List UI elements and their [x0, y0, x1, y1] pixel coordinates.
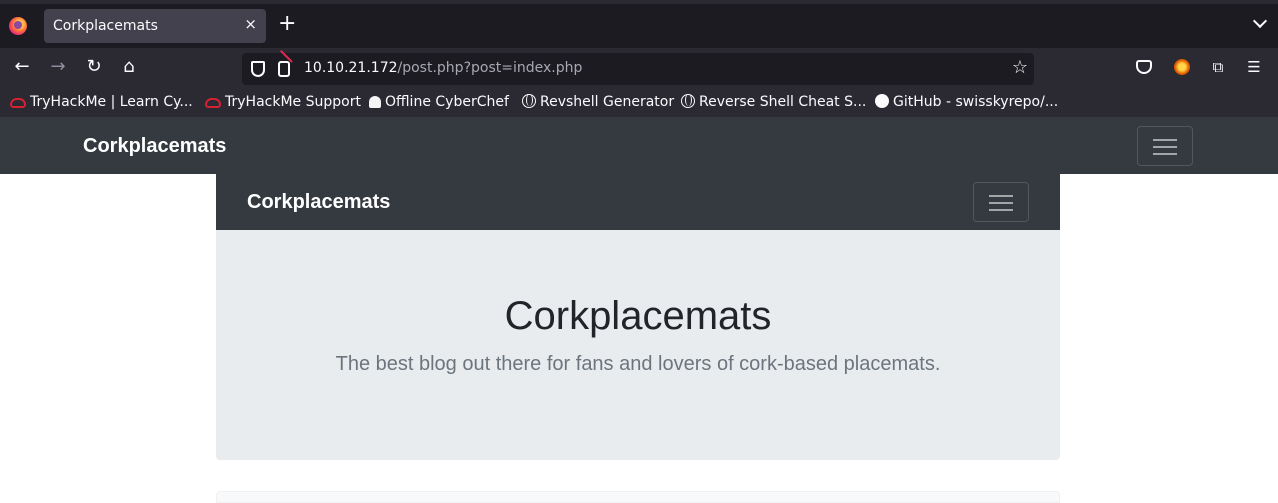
menu-bar-icon [989, 209, 1013, 211]
cyberchef-icon [369, 96, 381, 108]
site-navbar: Corkplacemats [0, 117, 1278, 174]
bookmark-label: Revshell Generator [540, 94, 675, 110]
chevron-down-icon[interactable] [1252, 13, 1268, 29]
bookmark-offline-cyberchef[interactable]: Offline CyberChef [369, 94, 509, 110]
tracking-protection-shield-icon[interactable] [251, 61, 265, 77]
menu-bar-icon [1153, 139, 1177, 141]
jumbotron-title: Corkplacemats [504, 294, 772, 338]
inner-brand-link[interactable]: Corkplacemats [247, 191, 390, 214]
url-text[interactable]: 10.10.21.172/post.php?post=index.php [304, 60, 582, 76]
menu-bar-icon [989, 202, 1013, 204]
url-host: 10.10.21.172 [304, 60, 398, 76]
home-icon[interactable]: ⌂ [117, 56, 141, 78]
firefox-icon[interactable] [9, 17, 27, 35]
site-brand-link[interactable]: Corkplacemats [83, 135, 226, 158]
inner-navbar: Corkplacemats [216, 174, 1060, 230]
close-tab-icon[interactable]: × [244, 15, 257, 33]
post-card-top-edge [216, 491, 1060, 503]
bookmark-tryhackme-support[interactable]: TryHackMe Support [205, 94, 361, 110]
url-path: /post.php?post=index.php [397, 60, 583, 76]
jumbotron-lead: The best blog out there for fans and lov… [335, 353, 941, 375]
bookmark-tryhackme-learn[interactable]: TryHackMe | Learn Cy... [10, 94, 193, 110]
bookmark-label: GitHub - swisskyrepo/... [893, 94, 1059, 110]
menu-bar-icon [1153, 146, 1177, 148]
menu-bar-icon [989, 195, 1013, 197]
github-icon [875, 94, 889, 108]
bookmark-revshell-generator[interactable]: Revshell Generator [522, 94, 674, 110]
bookmarks-toolbar: TryHackMe | Learn Cy... TryHackMe Suppor… [0, 89, 1278, 117]
menu-bar-icon [1153, 153, 1177, 155]
bookmark-label: TryHackMe | Learn Cy... [30, 94, 193, 110]
insecure-lock-icon[interactable] [278, 61, 290, 77]
globe-icon [681, 94, 695, 108]
bookmark-label: Offline CyberChef [385, 94, 509, 110]
pocket-icon[interactable] [1136, 60, 1152, 74]
navbar-toggler-button[interactable] [1137, 126, 1193, 166]
tryhackme-icon [10, 98, 26, 108]
browser-tab-bar: Corkplacemats × + [0, 0, 1278, 48]
window-top-edge [0, 0, 1278, 4]
forward-arrow-icon[interactable]: → [46, 56, 70, 78]
browser-tab-active[interactable]: Corkplacemats × [44, 9, 266, 43]
tryhackme-icon [205, 98, 221, 108]
bookmark-label: Reverse Shell Cheat S... [699, 94, 867, 110]
extensions-puzzle-icon[interactable]: ⧉ [1208, 57, 1228, 77]
jumbotron: Corkplacemats The best blog out there fo… [216, 230, 1060, 460]
foxyproxy-extension-icon[interactable] [1172, 57, 1192, 77]
url-bar[interactable]: 10.10.21.172/post.php?post=index.php ☆ [242, 53, 1034, 85]
new-tab-button[interactable]: + [278, 12, 296, 36]
bookmark-star-icon[interactable]: ☆ [1012, 57, 1028, 78]
browser-toolbar: ← → ↻ ⌂ 10.10.21.172/post.php?post=index… [0, 48, 1278, 89]
reload-icon[interactable]: ↻ [82, 56, 106, 78]
tab-title: Corkplacemats [53, 18, 158, 34]
inner-navbar-toggler-button[interactable] [973, 182, 1029, 222]
back-arrow-icon[interactable]: ← [10, 56, 34, 78]
bookmark-github-swisskyrepo[interactable]: GitHub - swisskyrepo/... [875, 94, 1058, 110]
app-menu-icon[interactable]: ☰ [1244, 57, 1264, 77]
bookmark-label: TryHackMe Support [225, 94, 361, 110]
globe-icon [522, 94, 536, 108]
bookmark-reverse-shell-cheat[interactable]: Reverse Shell Cheat S... [681, 94, 866, 110]
